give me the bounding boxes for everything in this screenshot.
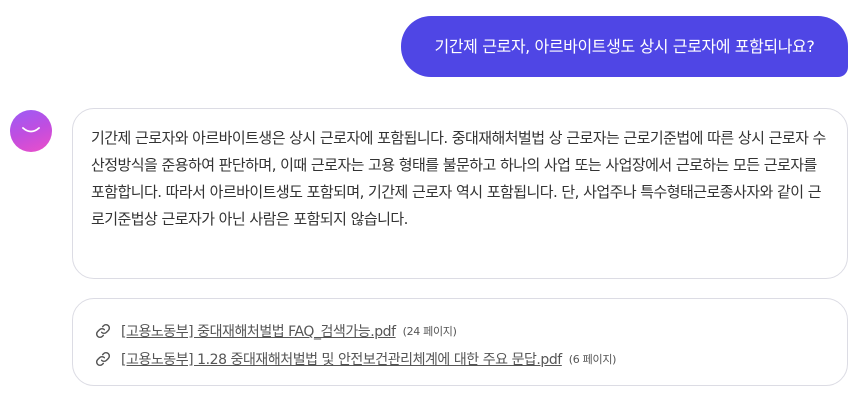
chat-page: 기간제 근로자, 아르바이트생도 상시 근로자에 포함되나요? 기간제 근로자와… <box>0 0 860 400</box>
link-icon <box>95 351 111 367</box>
source-link[interactable]: [고용노동부] 중대재해처벌법 FAQ_검색가능.pdf <box>121 321 396 341</box>
assistant-answer-card: 기간제 근로자와 아르바이트생은 상시 근로자에 포함됩니다. 중대재해처벌법 … <box>72 108 848 279</box>
assistant-answer-text: 기간제 근로자와 아르바이트생은 상시 근로자에 포함됩니다. 중대재해처벌법 … <box>91 129 826 228</box>
smile-icon <box>22 127 40 133</box>
user-message-bubble: 기간제 근로자, 아르바이트생도 상시 근로자에 포함되나요? <box>401 16 848 77</box>
source-link[interactable]: [고용노동부] 1.28 중대재해처벌법 및 안전보건관리체계에 대한 주요 문… <box>121 349 562 369</box>
assistant-avatar <box>10 110 52 152</box>
source-page-count: (24 페이지) <box>402 325 457 338</box>
source-item: [고용노동부] 중대재해처벌법 FAQ_검색가능.pdf (24 페이지) <box>95 317 847 345</box>
source-page-count: (6 페이지) <box>568 353 617 366</box>
sources-card: [고용노동부] 중대재해처벌법 FAQ_검색가능.pdf (24 페이지) [고… <box>72 298 848 386</box>
link-icon <box>95 323 111 339</box>
source-item: [고용노동부] 1.28 중대재해처벌법 및 안전보건관리체계에 대한 주요 문… <box>95 345 847 373</box>
